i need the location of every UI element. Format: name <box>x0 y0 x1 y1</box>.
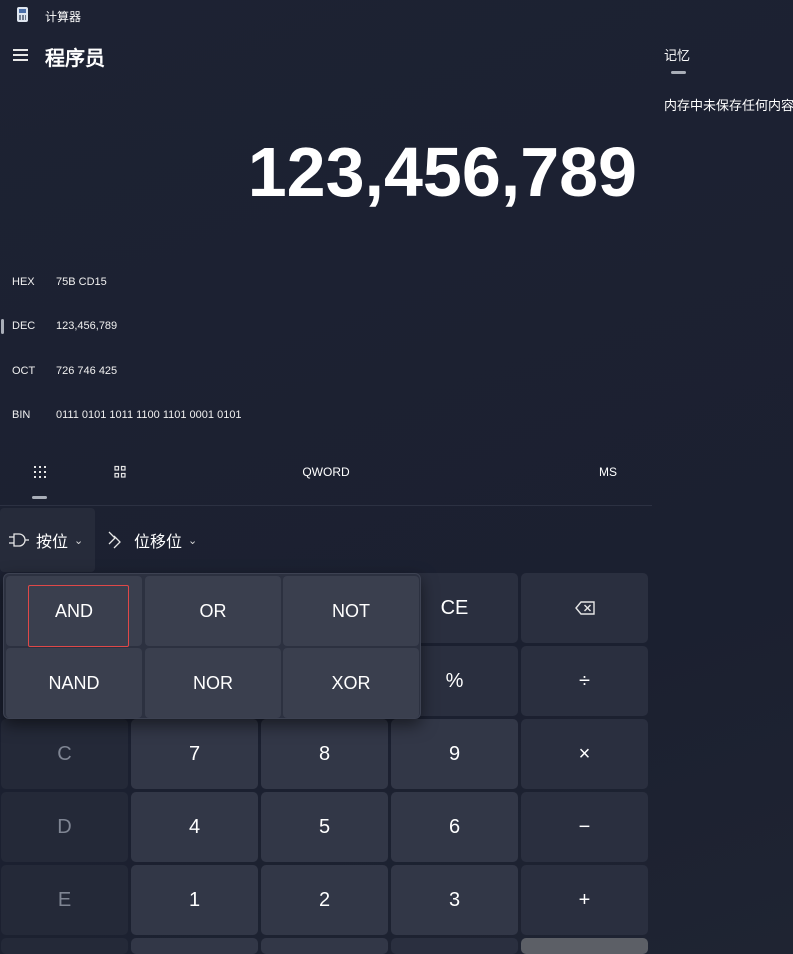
digit-3-button[interactable]: 3 <box>391 865 518 935</box>
dot-button[interactable] <box>391 938 518 954</box>
xor-button[interactable]: XOR <box>283 648 419 718</box>
or-button[interactable]: OR <box>145 576 281 646</box>
radix-value: 0111 0101 1011 1100 1101 0001 0101 <box>56 409 242 421</box>
digit-2-button[interactable]: 2 <box>261 865 388 935</box>
memory-tab-indicator <box>671 71 686 74</box>
multiply-button[interactable]: × <box>521 719 648 789</box>
divide-button[interactable]: ÷ <box>521 646 648 716</box>
calculator-window: 计算器 程序员 记忆 内存中未保存任何内容 123,456,789 HEX 75… <box>0 0 793 954</box>
radix-active-indicator <box>1 319 4 334</box>
digit-0-button[interactable] <box>261 938 388 954</box>
radix-name: OCT <box>12 365 36 377</box>
hex-e-button[interactable]: E <box>1 865 128 935</box>
nand-button[interactable]: NAND <box>6 648 142 718</box>
bitshift-label: 位移位 <box>134 534 183 551</box>
multiply-icon: × <box>578 742 591 765</box>
hex-c-button[interactable]: C <box>1 719 128 789</box>
full-keypad-toggle[interactable] <box>20 452 60 492</box>
bitwise-dropdown[interactable]: 按位 ⌄ <box>0 508 95 572</box>
digit-1-button[interactable]: 1 <box>131 865 258 935</box>
memory-tab[interactable]: 记忆 <box>664 45 690 64</box>
hamburger-menu-icon[interactable] <box>12 47 30 63</box>
bit-toggle-keypad[interactable] <box>100 452 140 492</box>
calculator-app-icon <box>17 7 28 22</box>
app-title: 计算器 <box>45 10 82 24</box>
backspace-button[interactable] <box>521 573 648 643</box>
keypad-grid-icon <box>34 466 46 478</box>
digit-7-button[interactable]: 7 <box>131 719 258 789</box>
sign-toggle-button[interactable] <box>131 938 258 954</box>
minus-button[interactable]: − <box>521 792 648 862</box>
radix-value: 726 746 425 <box>56 365 118 377</box>
radix-name: BIN <box>12 409 31 421</box>
digit-8-button[interactable]: 8 <box>261 719 388 789</box>
minus-icon: − <box>578 815 591 838</box>
equals-button[interactable] <box>521 938 648 954</box>
and-button[interactable]: AND <box>6 576 142 646</box>
hex-d-button[interactable]: D <box>1 792 128 862</box>
digit-5-button[interactable]: 5 <box>261 792 388 862</box>
radix-dec-row[interactable]: DEC 123,456,789 <box>0 310 650 346</box>
title-bar: 计算器 <box>0 0 793 32</box>
radix-name: DEC <box>12 320 36 332</box>
chevron-down-icon: ⌄ <box>74 534 84 547</box>
bitshift-dropdown[interactable]: 位移位 ⌄ <box>103 508 213 572</box>
bit-shift-icon <box>108 531 121 549</box>
divide-icon: ÷ <box>579 669 590 692</box>
radix-hex-row[interactable]: HEX 75B CD15 <box>0 266 650 302</box>
radix-oct-row[interactable]: OCT 726 746 425 <box>0 355 650 391</box>
word-size-button[interactable]: QWORD <box>286 452 366 492</box>
plus-button[interactable]: + <box>521 865 648 935</box>
radix-name: HEX <box>12 276 35 288</box>
not-button[interactable]: NOT <box>283 576 419 646</box>
radix-bin-row[interactable]: BIN 0111 0101 1011 1100 1101 0001 0101 <box>0 399 650 435</box>
chevron-down-icon: ⌄ <box>188 534 198 547</box>
mode-title: 程序员 <box>45 48 105 70</box>
logic-gate-icon <box>9 533 29 547</box>
digit-9-button[interactable]: 9 <box>391 719 518 789</box>
memory-store-button[interactable]: MS <box>588 452 628 492</box>
keypad-tab-indicator <box>32 496 47 499</box>
toolbar-divider <box>0 505 652 506</box>
digit-6-button[interactable]: 6 <box>391 792 518 862</box>
plus-icon: + <box>578 888 591 911</box>
bitwise-label: 按位 <box>36 534 69 551</box>
memory-empty-message: 内存中未保存任何内容 <box>664 98 793 113</box>
result-display: 123,456,789 <box>247 133 637 211</box>
bit-toggling-icon <box>114 465 126 478</box>
digit-4-button[interactable]: 4 <box>131 792 258 862</box>
radix-value: 75B CD15 <box>56 276 107 288</box>
nor-button[interactable]: NOR <box>145 648 281 718</box>
hex-f-button[interactable] <box>1 938 128 954</box>
bitwise-flyout: AND OR NOT NAND NOR XOR <box>3 573 421 719</box>
radix-value: 123,456,789 <box>56 320 118 332</box>
backspace-icon <box>574 601 595 615</box>
